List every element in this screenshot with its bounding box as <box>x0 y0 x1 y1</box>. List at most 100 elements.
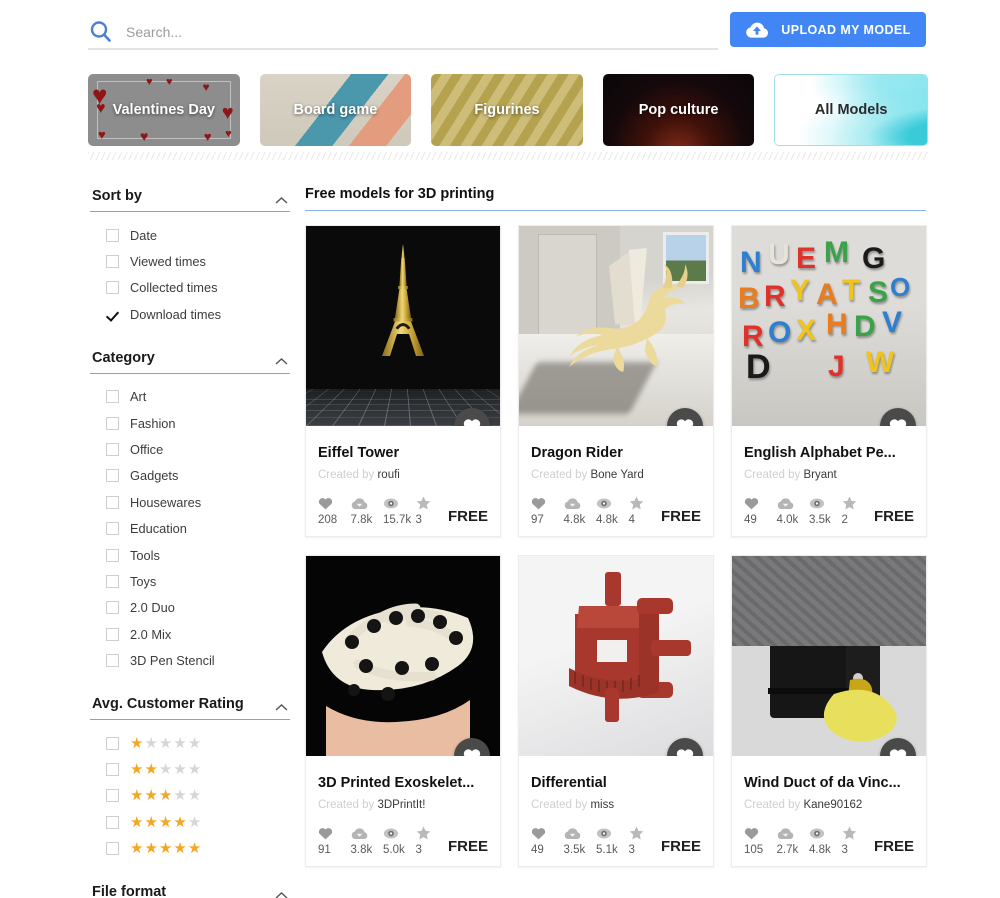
filter-option-housewares[interactable]: Housewares <box>106 489 290 515</box>
filter-option-office[interactable]: Office <box>106 436 290 462</box>
filter-option-art[interactable]: Art <box>106 384 290 410</box>
rating-filter-5-star[interactable]: ★ ★ ★ ★ ★ <box>106 835 290 861</box>
model-card-eiffel-tower[interactable]: Eiffel Tower Created by roufi 208 7.8k 1… <box>305 225 501 537</box>
filter-option-download-times[interactable]: Download times <box>106 301 290 327</box>
model-author: Created by roufi <box>318 469 488 481</box>
filter-option-toys[interactable]: Toys <box>106 568 290 594</box>
checkbox-2-0-mix[interactable] <box>106 627 119 641</box>
checkbox-education[interactable] <box>106 522 119 536</box>
letter-decoration: G <box>862 242 886 275</box>
search-input[interactable] <box>126 19 718 45</box>
facet-header-sort-by[interactable]: Sort by <box>90 188 290 212</box>
banner-label-pop-culture: Pop culture <box>638 102 719 118</box>
checkbox-collected-times[interactable] <box>106 281 119 295</box>
facet-header-avg-customer-rating[interactable]: Avg. Customer Rating <box>90 696 290 720</box>
model-card-wind-duct[interactable]: Wind Duct of da Vinc... Created by Kane9… <box>731 555 927 867</box>
filter-option-education[interactable]: Education <box>106 516 290 542</box>
checkbox-download-times[interactable] <box>106 307 119 321</box>
stat-value-rating: 4 <box>628 514 635 526</box>
search-bar[interactable] <box>88 16 718 50</box>
checkbox-viewed-times[interactable] <box>106 255 119 269</box>
checkbox-date[interactable] <box>106 228 119 242</box>
checkbox-3d-pen-stencil[interactable] <box>106 654 119 668</box>
upload-my-model-button[interactable]: UPLOAD MY MODEL <box>730 12 926 47</box>
model-author: Created by miss <box>531 799 701 811</box>
heart-icon <box>889 419 907 426</box>
thumbnail-art-alphabet: N U E M G B R Y A T S O R O X H D V D J … <box>732 226 926 426</box>
model-card-differential[interactable]: Differential Created by miss 49 3.5k 5.1… <box>518 555 714 867</box>
model-thumbnail-exoskeleton[interactable] <box>306 556 500 756</box>
letter-decoration: B <box>738 282 760 315</box>
banner-label-valentines: Valentines Day <box>112 102 215 118</box>
filter-option-gadgets[interactable]: Gadgets <box>106 463 290 489</box>
checkbox-rating-1[interactable] <box>106 736 119 750</box>
letter-decoration: D <box>746 348 771 386</box>
stat-likes: 49 <box>531 825 564 856</box>
stat-downloads: 4.8k <box>564 495 597 526</box>
model-stats: 105 2.7k 4.8k 3 FREE <box>744 825 914 856</box>
facet-title-sort-by: Sort by <box>92 188 142 204</box>
model-thumbnail-eiffel-tower[interactable] <box>306 226 500 426</box>
stat-value-likes: 91 <box>318 844 331 856</box>
checkbox-rating-4[interactable] <box>106 815 119 829</box>
model-thumbnail-wind-duct[interactable] <box>732 556 926 756</box>
checkbox-art[interactable] <box>106 390 119 404</box>
model-card-body: Eiffel Tower Created by roufi 208 7.8k 1… <box>306 426 500 536</box>
eiffel-tower-figure <box>382 244 424 356</box>
filter-option-tools[interactable]: Tools <box>106 542 290 568</box>
model-card-3d-printed-exoskeleton[interactable]: 3D Printed Exoskelet... Created by 3DPri… <box>305 555 501 867</box>
checkbox-office[interactable] <box>106 443 119 457</box>
model-card-dragon-rider[interactable]: Dragon Rider Created by Bone Yard 97 4.8… <box>518 225 714 537</box>
rating-filter-1-star[interactable]: ★ ★ ★ ★ ★ <box>106 730 290 756</box>
rating-filter-2-star[interactable]: ★ ★ ★ ★ ★ <box>106 756 290 782</box>
model-thumbnail-english-alphabet[interactable]: N U E M G B R Y A T S O R O X H D V D J … <box>732 226 926 426</box>
checkbox-fashion[interactable] <box>106 416 119 430</box>
checkbox-rating-3[interactable] <box>106 789 119 803</box>
filter-label-viewed-times: Viewed times <box>130 254 206 270</box>
star-icon: ★ <box>158 787 173 805</box>
filter-option-fashion[interactable]: Fashion <box>106 410 290 436</box>
checkbox-toys[interactable] <box>106 574 119 588</box>
eye-icon <box>809 825 842 841</box>
filter-option-3d-pen-stencil[interactable]: 3D Pen Stencil <box>106 647 290 673</box>
facet-header-file-format[interactable]: File format <box>90 884 290 898</box>
checkbox-tools[interactable] <box>106 548 119 562</box>
stat-value-rating: 3 <box>628 844 635 856</box>
checkbox-rating-5[interactable] <box>106 842 119 856</box>
stars-4: ★ ★ ★ ★ ★ <box>130 815 201 830</box>
filter-option-viewed-times[interactable]: Viewed times <box>106 248 290 274</box>
letter-decoration: X <box>796 314 817 347</box>
banner-pop-culture[interactable]: Pop culture <box>602 74 755 146</box>
letter-decoration: M <box>824 236 849 269</box>
model-thumbnail-dragon-rider[interactable] <box>519 226 713 426</box>
facet-header-category[interactable]: Category <box>90 350 290 374</box>
rating-filter-3-star[interactable]: ★ ★ ★ ★ ★ <box>106 783 290 809</box>
rating-filter-4-star[interactable]: ★ ★ ★ ★ ★ <box>106 809 290 835</box>
stat-likes: 49 <box>744 495 777 526</box>
stat-value-views: 5.1k <box>596 844 618 856</box>
stat-value-downloads: 3.8k <box>350 844 373 856</box>
checkbox-housewares[interactable] <box>106 495 119 509</box>
filter-option-date[interactable]: Date <box>106 222 290 248</box>
model-card-english-alphabet[interactable]: N U E M G B R Y A T S O R O X H D V D J … <box>731 225 927 537</box>
star-icon: ★ <box>144 813 158 831</box>
banner-all-models[interactable]: All Models <box>774 74 928 146</box>
letter-decoration: J <box>828 350 845 383</box>
checkbox-2-0-duo[interactable] <box>106 601 119 615</box>
banner-figurines[interactable]: Figurines <box>431 74 583 146</box>
filter-option-2-0-mix[interactable]: 2.0 Mix <box>106 621 290 647</box>
banner-board-game[interactable]: Board game <box>259 74 412 146</box>
eye-icon <box>596 495 629 511</box>
model-thumbnail-differential[interactable] <box>519 556 713 756</box>
filter-label-art: Art <box>130 389 147 405</box>
stat-rating: 4 <box>629 495 662 526</box>
stat-value-views: 15.7k <box>383 514 412 526</box>
checkbox-gadgets[interactable] <box>106 469 119 483</box>
filter-option-collected-times[interactable]: Collected times <box>106 275 290 301</box>
facet-list-category: Art Fashion Office Gadgets Housewares Ed… <box>90 374 290 690</box>
facet-avg-customer-rating: Avg. Customer Rating ★ ★ ★ ★ ★ ★ ★ ★ ★ ★… <box>90 696 290 878</box>
filter-option-2-0-duo[interactable]: 2.0 Duo <box>106 595 290 621</box>
banner-valentines-day[interactable]: ♥ ♥ ♥ ♥ ♥ ♥ ♥ ♥ ♥ ♥ Valentines Day <box>88 74 240 146</box>
checkbox-rating-2[interactable] <box>106 762 119 776</box>
star-icon <box>629 495 662 511</box>
